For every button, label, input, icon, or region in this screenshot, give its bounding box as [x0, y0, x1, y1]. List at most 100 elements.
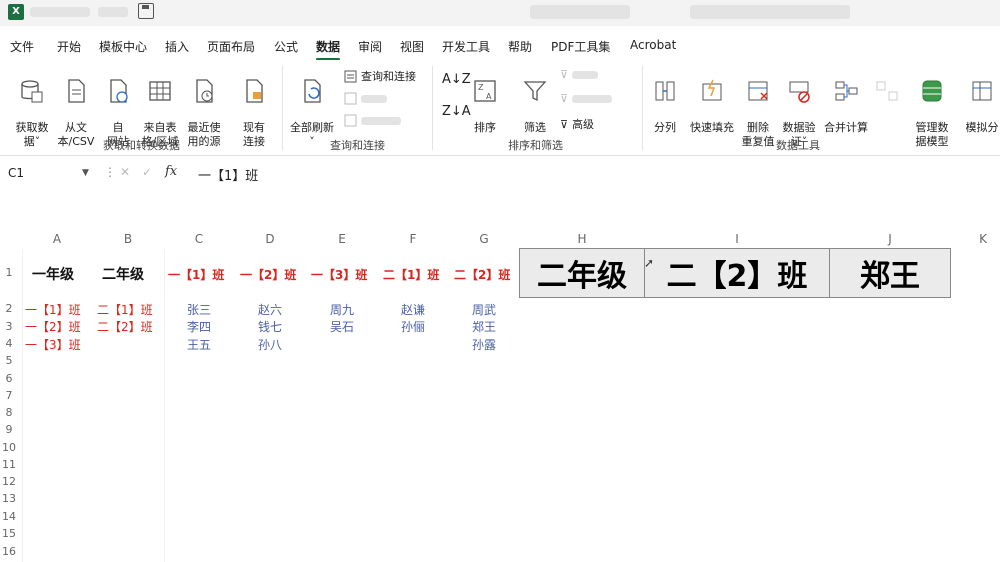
row-header[interactable]: 12	[0, 475, 18, 488]
tab-templates[interactable]: 模板中心	[99, 38, 147, 55]
tab-help[interactable]: 帮助	[508, 38, 532, 55]
tab-home[interactable]: 开始	[57, 38, 81, 55]
cell-g3[interactable]: 郑王	[472, 318, 496, 335]
cell-h1[interactable]: 二年级	[520, 249, 645, 297]
row-header[interactable]: 2	[0, 302, 18, 315]
cell-b3[interactable]: 二【2】班	[97, 318, 153, 335]
cell-d4[interactable]: 孙八	[258, 336, 282, 353]
text-to-columns-button[interactable]: 分列	[648, 64, 682, 135]
cell-g1[interactable]: 二【2】班	[454, 266, 510, 283]
cell-f2[interactable]: 赵谦	[401, 301, 425, 318]
tab-insert[interactable]: 插入	[165, 38, 189, 55]
row-header[interactable]: 13	[0, 492, 18, 505]
cell-g4[interactable]: 孙露	[472, 336, 496, 353]
cell-j1[interactable]: 郑王	[830, 249, 950, 297]
cell-i1[interactable]: 二【2】班	[645, 249, 830, 297]
name-box[interactable]: C1	[4, 164, 94, 184]
existing-connections-button[interactable]: 现有 连接	[234, 64, 274, 149]
column-header-k[interactable]: K	[973, 232, 993, 246]
cell-a1[interactable]: 一年级	[32, 264, 74, 284]
what-if-analysis-button[interactable]: 模拟分	[962, 64, 1000, 135]
tab-formulas[interactable]: 公式	[274, 38, 298, 55]
refresh-all-button[interactable]: 全部刷新 ˅	[288, 64, 336, 149]
row-header[interactable]: 3	[0, 320, 18, 333]
column-header-g[interactable]: G	[474, 232, 494, 246]
data-model-icon	[922, 80, 942, 102]
cell-d1[interactable]: 一【2】班	[240, 266, 296, 283]
more-options-icon[interactable]: ⋮	[104, 165, 116, 179]
consolidate-button[interactable]: 合并计算	[822, 64, 870, 135]
from-csv-button[interactable]: 从文 本/CSV	[54, 64, 98, 149]
remove-duplicates-button[interactable]: 删除 重复值	[740, 64, 776, 149]
tab-developer[interactable]: 开发工具	[442, 38, 490, 55]
row-header[interactable]: 8	[0, 406, 18, 419]
row-header[interactable]: 6	[0, 372, 18, 385]
advanced-filter-icon: ⊽	[560, 117, 569, 131]
row-header[interactable]: 7	[0, 389, 18, 402]
insert-function-button[interactable]: fx	[165, 164, 177, 179]
manage-data-model-button[interactable]: 管理数 据模型	[908, 64, 956, 149]
tab-view[interactable]: 视图	[400, 38, 424, 55]
confirm-icon[interactable]: ✓	[142, 165, 152, 179]
tab-review[interactable]: 审阅	[358, 38, 382, 55]
filter-button[interactable]: 筛选	[518, 64, 552, 135]
cell-a3[interactable]: 一【2】班	[25, 318, 81, 335]
flash-fill-button[interactable]: 快速填充	[688, 64, 736, 135]
cell-d2[interactable]: 赵六	[258, 301, 282, 318]
tab-pdf-tools[interactable]: PDF工具集	[551, 38, 610, 55]
column-header-i[interactable]: I	[727, 232, 747, 246]
row-header[interactable]: 5	[0, 354, 18, 367]
cell-g2[interactable]: 周武	[472, 301, 496, 318]
cell-a2[interactable]: 一【1】班	[25, 301, 81, 318]
cell-e2[interactable]: 周九	[330, 301, 354, 318]
column-header-a[interactable]: A	[47, 232, 67, 246]
row-header[interactable]: 16	[0, 545, 18, 558]
row-header[interactable]: 4	[0, 337, 18, 350]
cell-c3[interactable]: 李四	[187, 318, 211, 335]
query-list-icon	[344, 70, 357, 82]
row-header[interactable]: 14	[0, 510, 18, 523]
cell-c2[interactable]: 张三	[187, 301, 211, 318]
column-header-e[interactable]: E	[332, 232, 352, 246]
column-header-h[interactable]: H	[572, 232, 592, 246]
queries-connections-button[interactable]: 查询和连接	[344, 68, 416, 84]
sort-asc-button[interactable]: A↓Z	[442, 72, 471, 87]
tab-file[interactable]: 文件	[10, 38, 34, 55]
ribbon-tabs: 文件 开始 模板中心 插入 页面布局 公式 数据 审阅 视图 开发工具 帮助 P…	[0, 34, 1000, 61]
cell-a4[interactable]: 一【3】班	[25, 336, 81, 353]
cell-f3[interactable]: 孙俪	[401, 318, 425, 335]
column-header-c[interactable]: C	[189, 232, 209, 246]
tab-page-layout[interactable]: 页面布局	[207, 38, 255, 55]
row-header[interactable]: 9	[0, 423, 18, 436]
sort-button[interactable]: ZA 排序	[468, 64, 502, 135]
save-icon[interactable]	[138, 3, 154, 19]
chevron-down-icon[interactable]: ▼	[82, 168, 89, 178]
group-label-data-tools: 数据工具	[776, 139, 820, 152]
column-header-b[interactable]: B	[118, 232, 138, 246]
cell-c4[interactable]: 王五	[187, 336, 211, 353]
get-data-button[interactable]: 获取数 据˅	[10, 64, 54, 149]
cell-b1[interactable]: 二年级	[102, 264, 144, 284]
edit-links-button-disabled	[344, 114, 401, 127]
row-header[interactable]: 10	[0, 441, 18, 454]
row-header[interactable]: 11	[0, 458, 18, 471]
cell-e1[interactable]: 一【3】班	[311, 266, 367, 283]
tab-data[interactable]: 数据	[316, 38, 341, 61]
tab-acrobat[interactable]: Acrobat	[630, 38, 676, 52]
advanced-filter-button[interactable]: ⊽ 高级	[560, 116, 594, 132]
cell-d3[interactable]: 钱七	[258, 318, 282, 335]
column-header-d[interactable]: D	[260, 232, 280, 246]
column-header-j[interactable]: J	[880, 232, 900, 246]
row-header[interactable]: 15	[0, 527, 18, 540]
cell-e3[interactable]: 吴石	[330, 318, 354, 335]
formula-input[interactable]: 一【1】班	[198, 165, 258, 184]
cancel-icon[interactable]: ✕	[120, 165, 130, 179]
row-header[interactable]: 1	[0, 266, 18, 279]
properties-button-disabled	[344, 92, 387, 105]
cell-f1[interactable]: 二【1】班	[383, 266, 439, 283]
recent-sources-button[interactable]: 最近使 用的源	[182, 64, 226, 149]
cell-b2[interactable]: 二【1】班	[97, 301, 153, 318]
column-header-f[interactable]: F	[403, 232, 423, 246]
cell-c1[interactable]: 一【1】班	[168, 266, 224, 283]
sort-desc-button[interactable]: Z↓A	[442, 104, 471, 119]
